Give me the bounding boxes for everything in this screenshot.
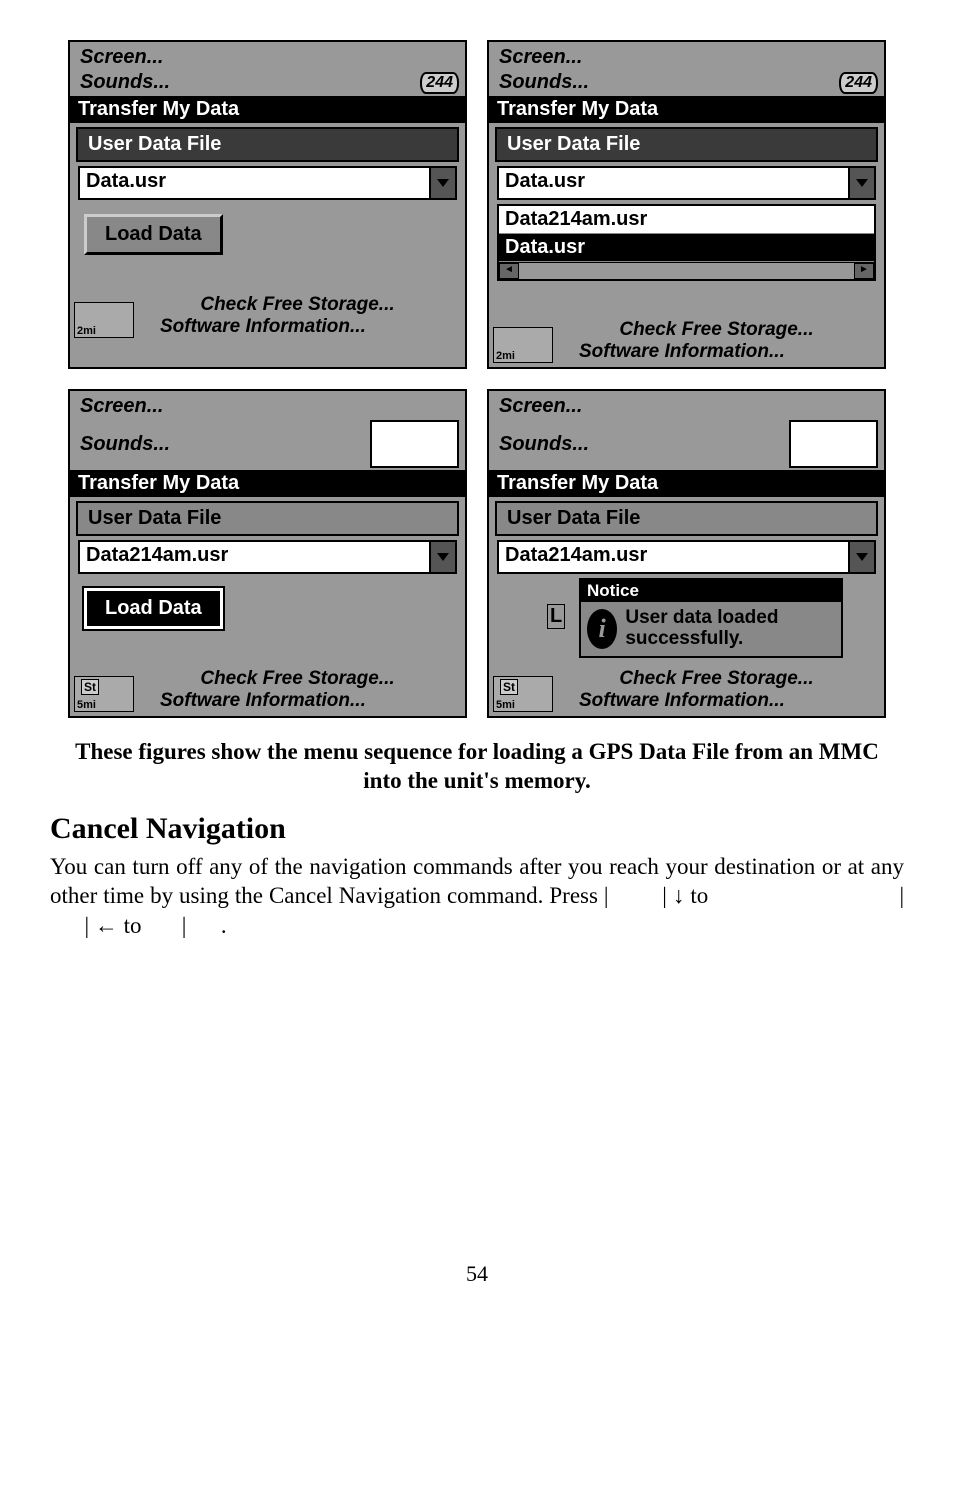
- blank-indicator: [789, 420, 878, 468]
- chevron-down-icon[interactable]: [848, 168, 874, 198]
- file-dropdown[interactable]: Data214am.usr: [497, 540, 876, 574]
- waypoint-badge: 244: [420, 72, 459, 94]
- body-text: to: [124, 913, 148, 938]
- dropdown-scrollbar[interactable]: ◄ ►: [499, 262, 874, 279]
- key-separator: |: [662, 883, 667, 908]
- file-dropdown[interactable]: Data.usr: [78, 166, 457, 200]
- menu-screen[interactable]: Screen...: [70, 44, 465, 71]
- map-st-icon: St: [500, 679, 518, 695]
- body-text: to: [690, 883, 714, 908]
- screenshot-2: Screen... Sounds... 244 Transfer My Data…: [487, 40, 886, 369]
- body-paragraph: You can turn off any of the navigation c…: [50, 852, 904, 942]
- chevron-down-icon[interactable]: [429, 542, 455, 572]
- file-dropdown-value: Data.usr: [499, 168, 848, 198]
- chevron-down-icon[interactable]: [848, 542, 874, 572]
- screenshot-4: Screen... Sounds... Transfer My Data Use…: [487, 389, 886, 718]
- info-icon: i: [587, 609, 617, 649]
- map-scale-label: 5mi: [496, 699, 515, 711]
- file-dropdown[interactable]: Data214am.usr: [78, 540, 457, 574]
- menu-screen[interactable]: Screen...: [489, 44, 884, 71]
- file-dropdown[interactable]: Data.usr: [497, 166, 876, 200]
- map-preview-icon: 2mi: [493, 327, 553, 363]
- menu-screen[interactable]: Screen...: [70, 393, 465, 420]
- menu-sounds[interactable]: Sounds...: [499, 433, 589, 456]
- file-dropdown-value: Data214am.usr: [80, 542, 429, 572]
- transfer-my-data-header: Transfer My Data: [70, 470, 465, 497]
- file-option-selected[interactable]: Data.usr: [499, 234, 874, 262]
- menu-sounds[interactable]: Sounds...: [80, 433, 170, 456]
- l-indicator: L: [547, 604, 565, 629]
- transfer-my-data-header: Transfer My Data: [70, 96, 465, 123]
- user-data-file-label: User Data File: [76, 127, 459, 162]
- blank-indicator: [370, 420, 459, 468]
- body-text: .: [221, 913, 227, 938]
- body-text: You can turn off any of the navigation c…: [50, 854, 904, 909]
- file-dropdown-value: Data214am.usr: [499, 542, 848, 572]
- key-separator: |: [604, 883, 609, 908]
- load-data-button[interactable]: Load Data: [84, 214, 223, 255]
- notice-popup: Notice i User data loaded successfully.: [579, 578, 843, 658]
- user-data-file-label: User Data File: [495, 501, 878, 536]
- map-scale-label: 2mi: [77, 325, 96, 337]
- map-preview-icon: St 5mi: [493, 676, 553, 712]
- waypoint-badge: 244: [839, 72, 878, 94]
- page-number: 54: [50, 1261, 904, 1287]
- notice-message: User data loaded successfully.: [625, 608, 835, 650]
- chevron-down-icon[interactable]: [429, 168, 455, 198]
- transfer-my-data-header: Transfer My Data: [489, 96, 884, 123]
- menu-screen[interactable]: Screen...: [489, 393, 884, 420]
- file-option[interactable]: Data214am.usr: [499, 206, 874, 234]
- menu-sounds[interactable]: Sounds...: [499, 71, 589, 94]
- screenshot-1: Screen... Sounds... 244 Transfer My Data…: [68, 40, 467, 369]
- load-data-button[interactable]: Load Data: [84, 588, 223, 629]
- map-scale-label: 5mi: [77, 699, 96, 711]
- scroll-right-icon[interactable]: ►: [854, 263, 874, 279]
- file-dropdown-value: Data.usr: [80, 168, 429, 198]
- map-scale-label: 2mi: [496, 350, 515, 362]
- key-separator: |: [85, 913, 90, 938]
- screenshot-3: Screen... Sounds... Transfer My Data Use…: [68, 389, 467, 718]
- file-dropdown-list[interactable]: Data214am.usr Data.usr ◄ ►: [497, 204, 876, 281]
- left-arrow-icon: ←: [95, 913, 118, 938]
- key-separator: |: [899, 883, 904, 908]
- map-st-icon: St: [81, 679, 99, 695]
- section-heading: Cancel Navigation: [50, 812, 904, 846]
- scroll-left-icon[interactable]: ◄: [499, 263, 519, 279]
- key-separator: |: [182, 913, 187, 938]
- notice-title: Notice: [581, 580, 841, 602]
- figure-caption: These figures show the menu sequence for…: [70, 738, 884, 796]
- map-preview-icon: 2mi: [74, 302, 134, 338]
- user-data-file-label: User Data File: [495, 127, 878, 162]
- menu-sounds[interactable]: Sounds...: [80, 71, 170, 94]
- down-arrow-icon: ↓: [673, 883, 685, 908]
- transfer-my-data-header: Transfer My Data: [489, 470, 884, 497]
- user-data-file-label: User Data File: [76, 501, 459, 536]
- map-preview-icon: St 5mi: [74, 676, 134, 712]
